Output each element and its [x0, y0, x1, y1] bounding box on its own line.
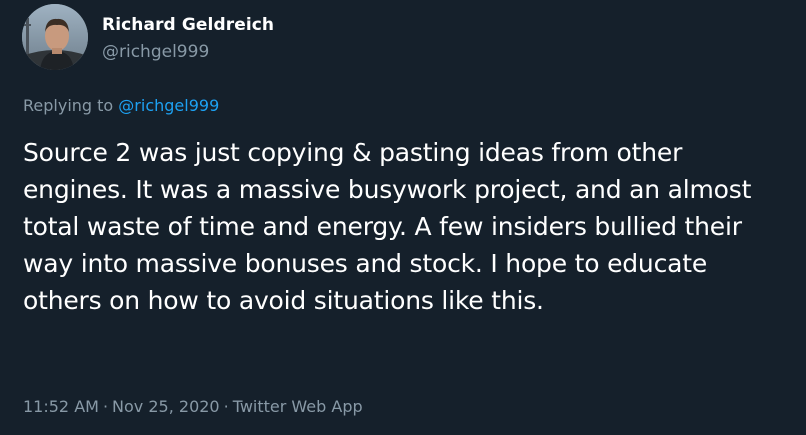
author-handle[interactable]: @richgel999: [102, 42, 209, 62]
tweet-text: Source 2 was just copying & pasting idea…: [23, 138, 752, 315]
tweet-meta: 11:52 AM · Nov 25, 2020 · Twitter Web App: [23, 397, 363, 416]
tweet-card: Richard Geldreich @richgel999 Replying t…: [0, 0, 806, 435]
replying-to-line: Replying to @richgel999: [23, 96, 219, 115]
person-photo-avatar-icon: [22, 4, 88, 70]
meta-separator: ·: [102, 397, 109, 416]
author-name[interactable]: Richard Geldreich: [102, 15, 274, 35]
meta-separator-2: ·: [223, 397, 229, 416]
tweet-date[interactable]: Nov 25, 2020: [112, 397, 220, 416]
replying-to-link[interactable]: @richgel999: [118, 96, 219, 115]
tweet-time[interactable]: 11:52 AM: [23, 397, 99, 416]
tweet-source[interactable]: Twitter Web App: [233, 397, 363, 416]
avatar[interactable]: [22, 4, 88, 70]
replying-to-label: Replying to: [23, 96, 114, 115]
